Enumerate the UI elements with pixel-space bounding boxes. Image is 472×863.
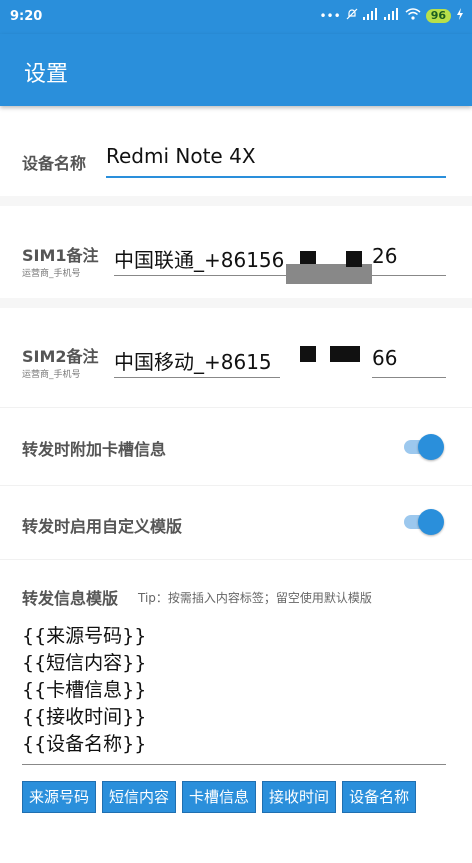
page-title: 设置 — [24, 62, 69, 87]
template-label: 转发信息模版 — [22, 589, 119, 608]
sim1-sublabel: 运营商_手机号 — [22, 269, 81, 279]
sim2-label: SIM2备注 — [22, 347, 99, 366]
template-line: {{来源号码}} — [22, 625, 147, 647]
insert-sms-content-button[interactable]: 短信内容 — [102, 781, 177, 813]
insert-slot-info-button[interactable]: 卡槽信息 — [182, 781, 257, 813]
sim2-value-start: 中国移动_+8615 — [114, 350, 272, 374]
custom-template-switch[interactable] — [402, 508, 446, 536]
signal-icon — [362, 8, 379, 23]
signal-icon — [383, 8, 400, 23]
redaction-block — [346, 251, 362, 267]
template-line: {{设备名称}} — [22, 733, 147, 755]
section-divider — [0, 298, 472, 308]
template-line: {{接收时间}} — [22, 706, 147, 728]
toggle-label-slot-info: 转发时附加卡槽信息 — [22, 440, 167, 459]
redaction-block — [300, 346, 316, 362]
insert-source-number-button[interactable]: 来源号码 — [22, 781, 97, 813]
insert-device-name-button[interactable]: 设备名称 — [342, 781, 417, 813]
template-input[interactable]: {{来源号码}} {{短信内容}} {{卡槽信息}} {{接收时间}} {{设备… — [22, 623, 446, 765]
insert-receive-time-button[interactable]: 接收时间 — [262, 781, 337, 813]
wifi-icon — [405, 8, 421, 23]
status-time: 9:20 — [10, 9, 43, 24]
section-divider — [0, 196, 472, 206]
sim2-row: SIM2备注 运营商_手机号 中国移动_+8615 66 — [0, 308, 472, 408]
charging-icon — [456, 8, 464, 23]
sim1-label: SIM1备注 — [22, 246, 99, 265]
battery-indicator: 96 — [425, 8, 451, 23]
switch-thumb — [418, 509, 444, 535]
sim1-value-end: 26 — [372, 244, 398, 268]
sim1-input[interactable]: 中国联通_+86156 26 — [114, 244, 446, 276]
switch-thumb — [418, 434, 444, 460]
device-name-value: Redmi Note 4X — [106, 144, 256, 168]
slot-info-switch[interactable] — [402, 433, 446, 461]
tag-button-bar: 来源号码 短信内容 卡槽信息 接收时间 设备名称 — [22, 781, 417, 813]
sim2-sublabel: 运营商_手机号 — [22, 370, 81, 380]
sim2-input-end[interactable]: 66 — [372, 346, 446, 378]
sim1-row: SIM1备注 运营商_手机号 中国联通_+86156 26 — [0, 206, 472, 306]
sim2-value-end: 66 — [372, 346, 398, 370]
device-name-input[interactable]: Redmi Note 4X — [106, 144, 446, 178]
sim2-input-start[interactable]: 中国移动_+8615 — [114, 346, 280, 378]
template-tip: Tip：按需插入内容标签；留空使用默认模版 — [138, 591, 372, 605]
template-line: {{卡槽信息}} — [22, 679, 147, 701]
status-icons: ••• 96 — [319, 8, 464, 23]
status-bar: 9:20 ••• 96 — [0, 0, 472, 34]
device-name-row: 设备名称 Redmi Note 4X — [0, 106, 472, 206]
redaction-block — [330, 346, 360, 362]
toggle-row-slot-info[interactable]: 转发时附加卡槽信息 — [0, 408, 472, 486]
device-name-label: 设备名称 — [22, 154, 87, 173]
app-bar: 设置 — [0, 34, 472, 106]
redaction-block — [286, 264, 372, 284]
toggle-row-custom-template[interactable]: 转发时启用自定义模版 — [0, 486, 472, 560]
more-dots-icon: ••• — [319, 8, 341, 23]
sim1-value-start: 中国联通_+86156 — [114, 248, 285, 272]
template-line: {{短信内容}} — [22, 652, 147, 674]
toggle-label-custom-template: 转发时启用自定义模版 — [22, 517, 183, 536]
mute-icon — [346, 8, 358, 23]
